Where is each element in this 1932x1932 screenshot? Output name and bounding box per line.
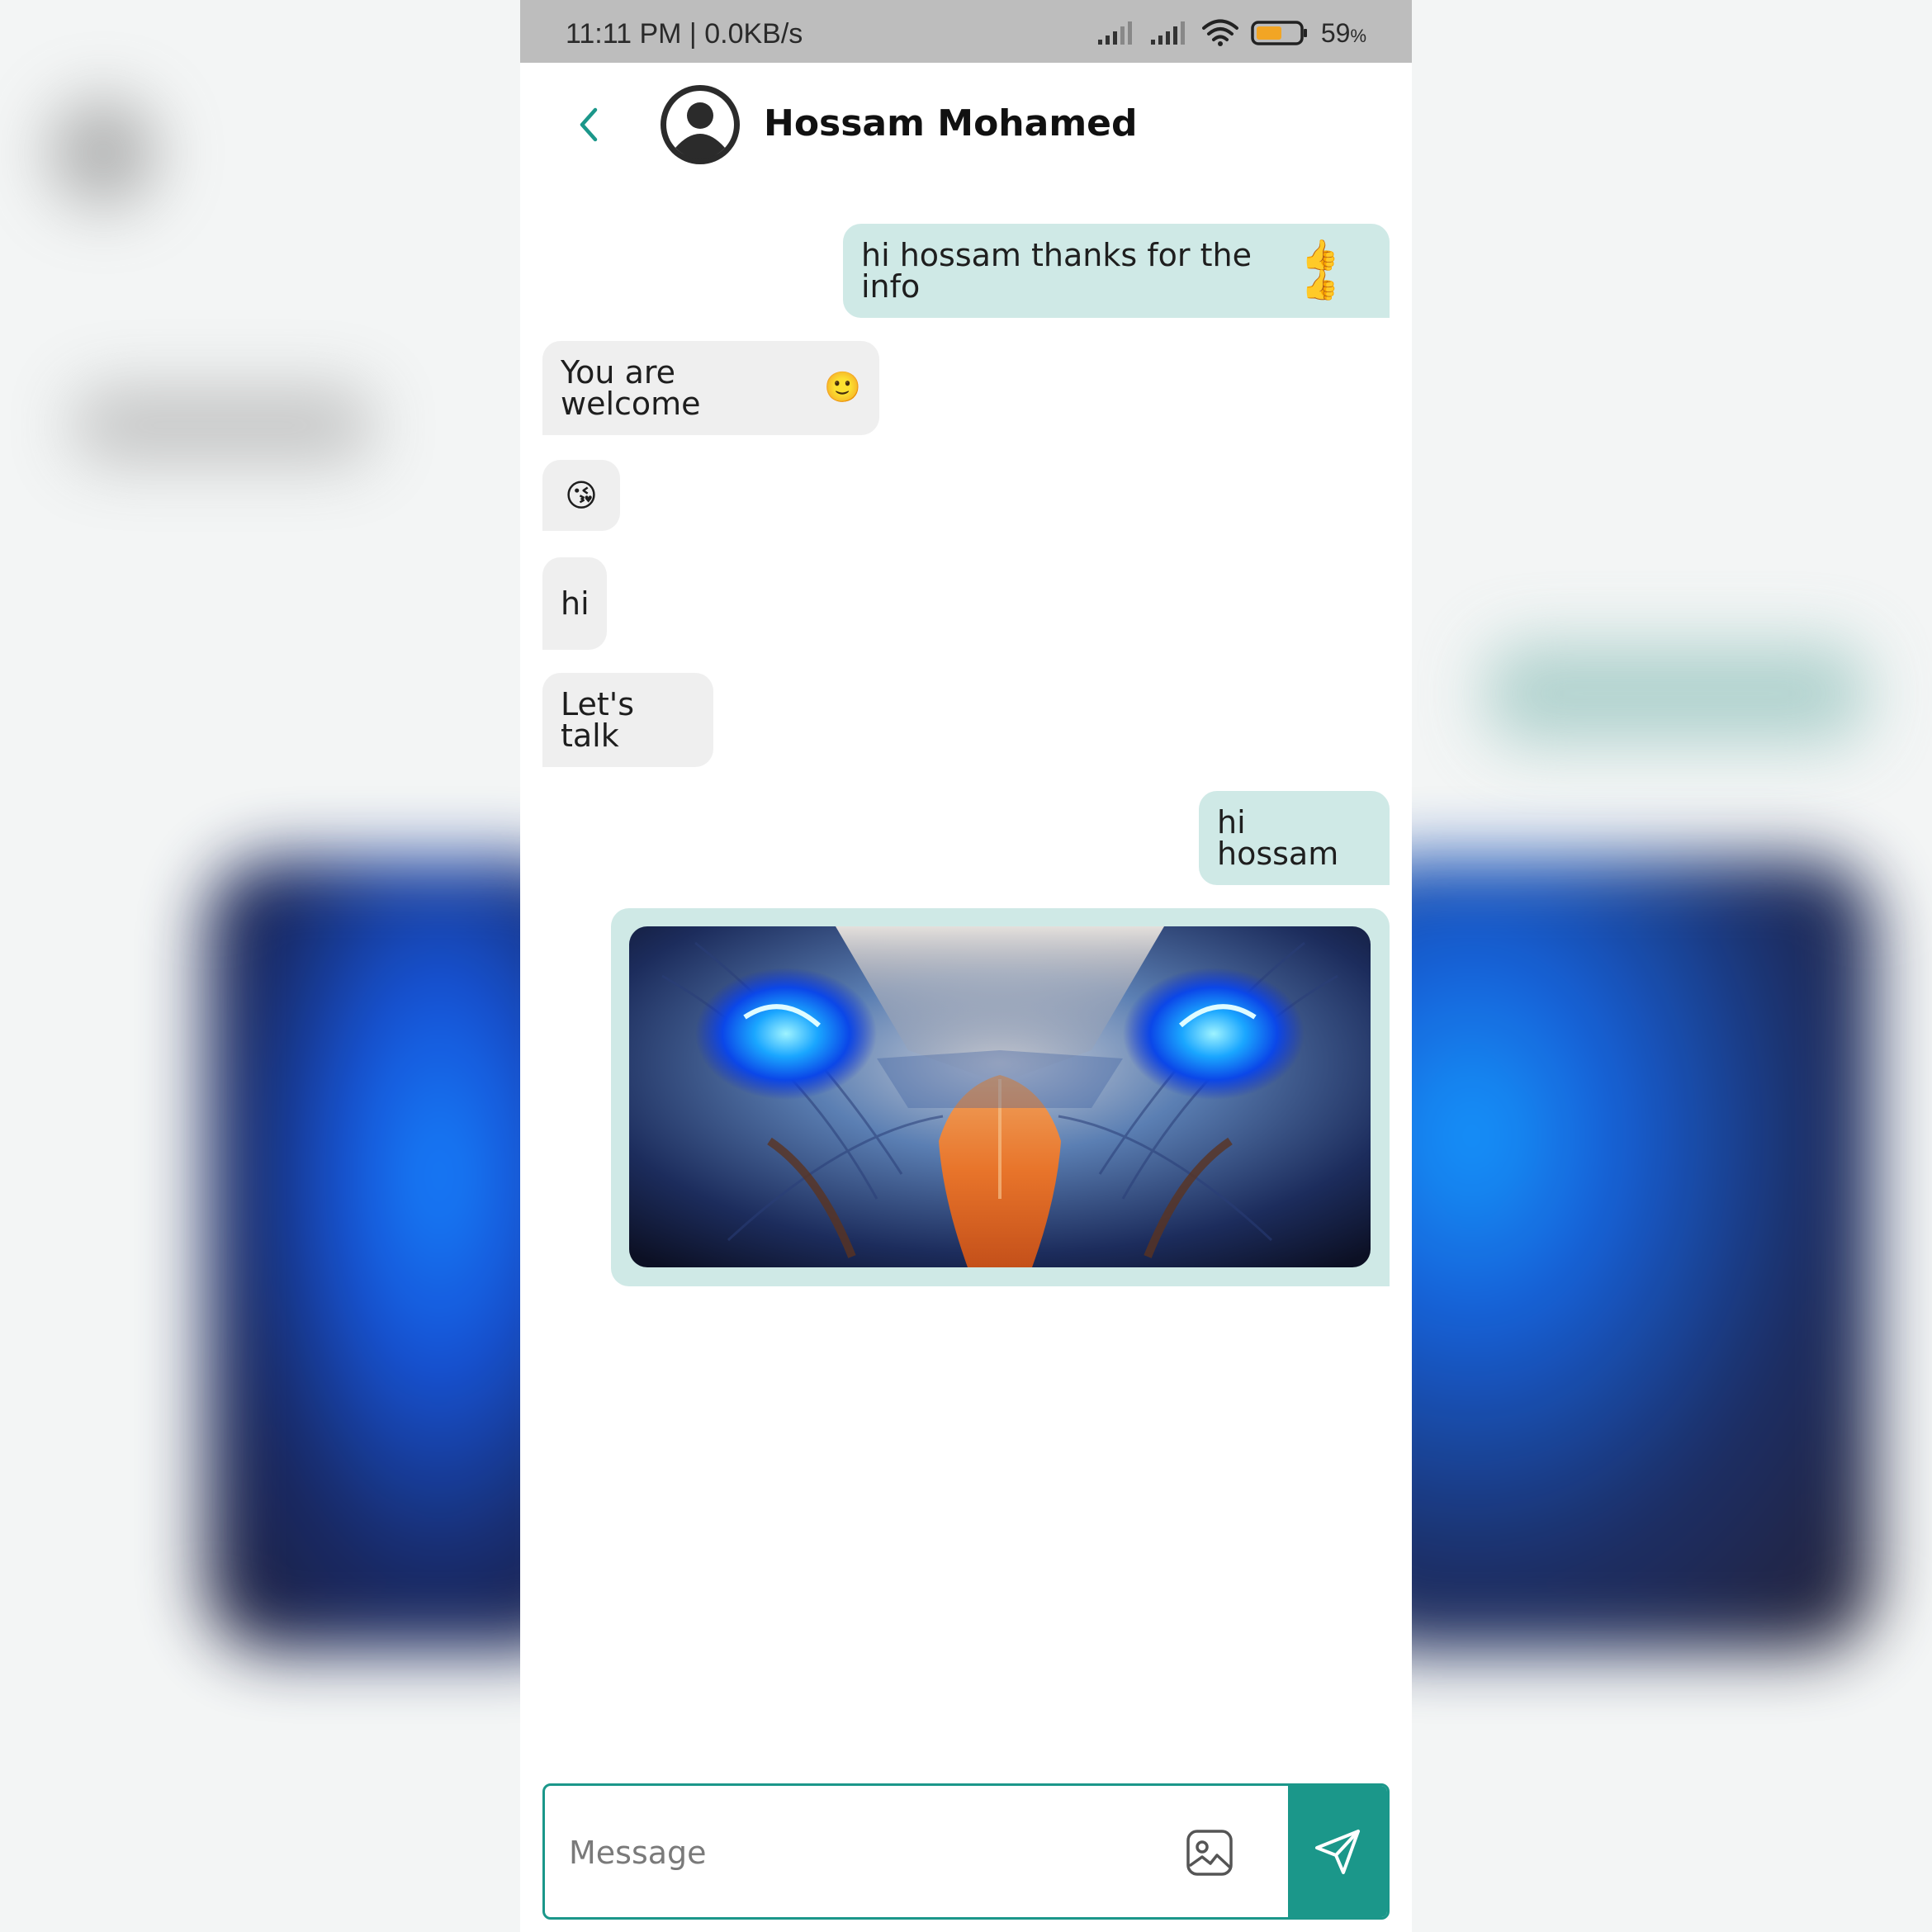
send-button[interactable]: [1288, 1786, 1387, 1917]
smile-emoji: 🙂: [824, 371, 861, 405]
message-input[interactable]: [567, 1786, 1148, 1917]
message-text: hi hossam: [1217, 804, 1339, 872]
wifi-icon: [1201, 19, 1238, 46]
contact-name[interactable]: Hossam Mohamed: [764, 102, 1138, 144]
eagle-photo[interactable]: [629, 926, 1371, 1267]
background-blur-teal: [1486, 644, 1866, 743]
signal-icon: [1150, 21, 1185, 45]
battery-percentage: 59%: [1320, 17, 1366, 48]
message-text: hi hossam thanks for the info: [861, 237, 1252, 305]
eagle-photo-graphic: [629, 926, 1371, 1267]
message-bubble-outgoing[interactable]: hi hossam: [1199, 791, 1390, 885]
background-blur-image-right: [1338, 859, 1874, 1651]
status-icons: 59%: [1096, 15, 1366, 51]
message-bubble-incoming[interactable]: You are welcome 🙂: [542, 341, 879, 435]
message-text: You are welcome: [561, 354, 701, 422]
message-bubble-incoming[interactable]: hi: [542, 557, 607, 650]
image-icon[interactable]: [1184, 1827, 1235, 1878]
user-avatar-icon[interactable]: [659, 83, 741, 166]
status-bar: 11:11 PM | 0.0KB/s 59%: [520, 0, 1412, 63]
status-time-speed: 11:11 PM | 0.0KB/s: [566, 18, 803, 50]
background-blur-bar: [74, 388, 372, 462]
message-bubble-incoming[interactable]: Let's talk: [542, 673, 713, 767]
signal-icon: [1097, 21, 1132, 45]
kiss-emoji: 😘: [565, 477, 598, 514]
message-text: hi: [561, 585, 590, 622]
message-bubble-outgoing[interactable]: hi hossam thanks for the info 👍👍: [843, 224, 1390, 318]
thumbs-up-emoji: 👍👍: [1301, 239, 1339, 302]
message-composer: [542, 1783, 1390, 1920]
chevron-left-icon[interactable]: [566, 100, 615, 149]
send-icon: [1315, 1829, 1360, 1874]
chat-header: Hossam Mohamed: [520, 63, 1412, 187]
message-text: Let's talk: [561, 686, 635, 754]
chat-screen: 11:11 PM | 0.0KB/s 59% Hossam Mohamed hi…: [520, 0, 1412, 1932]
battery-icon: [1251, 21, 1307, 45]
message-bubble-incoming[interactable]: 😘: [542, 460, 620, 531]
background-blur-avatar: [50, 99, 157, 206]
image-message-bubble[interactable]: [611, 908, 1390, 1286]
